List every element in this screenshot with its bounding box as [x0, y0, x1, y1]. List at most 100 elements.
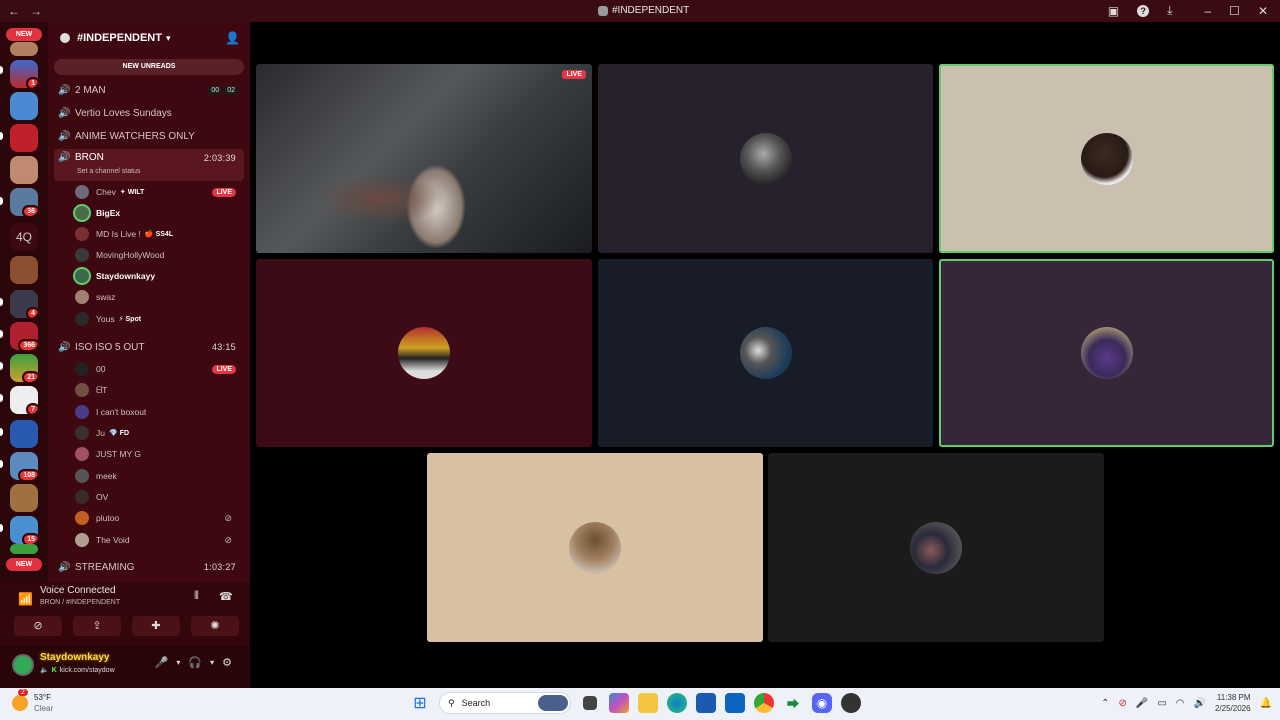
noise-suppression-icon[interactable]: ⦀ [194, 590, 199, 603]
participant-tile[interactable] [598, 259, 933, 447]
maximize-icon[interactable]: ☐ [1229, 4, 1240, 18]
participant-tile[interactable] [768, 453, 1104, 642]
voice-channel[interactable]: 🔊 2 MAN 00 02 [54, 80, 244, 100]
member-row[interactable]: plutoo ⊘ [75, 508, 242, 528]
display-icon[interactable]: ▭ [1157, 698, 1166, 709]
notification-icon[interactable]: 🔔 [1260, 698, 1272, 709]
chrome-icon[interactable] [754, 693, 774, 713]
server-icon[interactable] [10, 544, 38, 554]
chevron-up-icon[interactable]: ⌃ [1101, 698, 1109, 709]
member-row[interactable]: I can't boxout [75, 402, 242, 422]
chevron-down-icon[interactable]: ▾ [176, 658, 180, 667]
microphone-icon[interactable]: 🎤 [155, 656, 169, 669]
member-row[interactable]: Ju 💎 FD [75, 423, 242, 443]
disconnect-icon[interactable]: ☎ [219, 590, 233, 603]
voice-channel[interactable]: 🔊 Vertio Loves Sundays [54, 103, 244, 123]
app-icon[interactable] [841, 693, 861, 713]
stream-tile[interactable]: LIVE [256, 64, 592, 253]
server-icon[interactable] [10, 42, 38, 56]
avatar [75, 426, 89, 440]
store-icon[interactable] [696, 693, 716, 713]
headphones-icon[interactable]: 🎧 [188, 656, 202, 669]
server-icon[interactable]: 21 [10, 354, 38, 382]
security-icon[interactable]: ⊘ [1118, 698, 1126, 709]
help-icon[interactable]: ? [1137, 4, 1150, 17]
add-user-icon[interactable]: 👤 [225, 31, 240, 45]
member-row[interactable]: JUST MY G [75, 444, 242, 464]
discord-icon[interactable]: ◉ [812, 693, 832, 713]
member-row[interactable]: MD Is Live ! 🍎 SS4L [75, 224, 242, 244]
server-icon[interactable] [10, 484, 38, 512]
member-row[interactable]: The Void ⊘ [75, 530, 242, 550]
server-icon[interactable]: 4Q [10, 223, 38, 251]
download-icon[interactable]: ⤓ [1167, 3, 1172, 18]
server-icon[interactable]: 15 [10, 516, 38, 544]
chevron-down-icon[interactable]: ▾ [210, 658, 214, 667]
close-icon[interactable]: ✕ [1258, 4, 1268, 18]
server-header[interactable]: #INDEPENDENT ▾ 👤 [48, 22, 250, 54]
camera-off-button[interactable]: ⊘ [14, 616, 62, 636]
server-icon[interactable] [10, 156, 38, 184]
member-row[interactable]: Staydownkayy [75, 266, 242, 286]
member-row[interactable]: 00 LIVE [75, 359, 242, 379]
server-icon[interactable] [10, 420, 38, 448]
participant-tile[interactable] [256, 259, 592, 447]
clock[interactable]: 11:38 PM 2/25/2026 [1215, 692, 1251, 714]
app-icon[interactable]: ⮕ [783, 693, 803, 713]
outlook-icon[interactable] [725, 693, 745, 713]
participant-tile[interactable] [598, 64, 933, 253]
member-row[interactable]: BigEx [75, 203, 242, 223]
server-icon[interactable] [10, 92, 38, 120]
server-icon[interactable] [10, 256, 38, 284]
soundboard-button[interactable]: ✺ [191, 616, 239, 636]
avatar[interactable] [12, 654, 34, 676]
edge-icon[interactable] [667, 693, 687, 713]
member-row[interactable]: MovingHollyWood [75, 245, 242, 265]
wifi-icon[interactable]: ◠ [1176, 698, 1185, 709]
server-icon[interactable]: 366 [10, 322, 38, 350]
inbox-icon[interactable]: ▣ [1108, 4, 1119, 18]
microphone-icon[interactable]: 🎤 [1136, 698, 1148, 709]
server-icon[interactable] [10, 124, 38, 152]
volume-icon[interactable]: 🔊 [1194, 698, 1206, 709]
member-row[interactable]: ᗺT [75, 380, 242, 400]
server-icon[interactable]: 1 [10, 60, 38, 88]
username[interactable]: Staydownkayy [40, 652, 109, 663]
participant-tile-speaking[interactable] [939, 64, 1274, 253]
server-icon[interactable]: 108 [10, 452, 38, 480]
server-icon[interactable]: 7 [10, 386, 38, 414]
voice-channel[interactable]: 🔊 STREAMING 1:03:27 [54, 557, 244, 577]
task-view-icon[interactable] [583, 696, 597, 710]
member-row[interactable]: swaz [75, 287, 242, 307]
new-badge[interactable]: NEW [6, 28, 42, 41]
file-explorer-icon[interactable] [638, 693, 658, 713]
participant-tile-speaking[interactable] [939, 259, 1274, 447]
channel-status[interactable]: Set a channel status [77, 168, 140, 175]
member-row[interactable]: meek [75, 466, 242, 486]
search-box[interactable]: ⚲ Search [439, 692, 571, 714]
voice-channel-path[interactable]: BRON / #INDEPENDENT [40, 599, 120, 606]
screen-share-button[interactable]: ⇪ [73, 616, 121, 636]
gear-icon[interactable]: ⚙ [222, 656, 232, 669]
minimize-icon[interactable]: – [1204, 4, 1211, 18]
server-icon[interactable]: 4 [10, 290, 38, 318]
signal-icon[interactable]: 📶 [18, 592, 33, 606]
activities-button[interactable]: ✚ [132, 616, 180, 636]
forward-icon[interactable]: → [30, 4, 42, 18]
live-badge: LIVE [212, 187, 236, 197]
new-unreads-bar[interactable]: NEW UNREADS [54, 59, 244, 75]
windows-start-icon[interactable]: ⊞ [410, 693, 430, 713]
back-icon[interactable]: ← [8, 4, 20, 18]
member-row[interactable]: Chev ✦ WILT LIVE [75, 182, 242, 202]
member-row[interactable]: OV [75, 487, 242, 507]
member-row[interactable]: Yous ⚡ Spot [75, 309, 242, 329]
voice-channel-active[interactable]: 🔊 BRON 2:03:39 Set a channel status [54, 149, 244, 181]
voice-status[interactable]: Voice Connected [40, 585, 116, 596]
copilot-icon[interactable] [609, 693, 629, 713]
server-icon[interactable]: 36 [10, 188, 38, 216]
voice-channel[interactable]: 🔊 ANIME WATCHERS ONLY [54, 126, 244, 146]
participant-tile[interactable] [427, 453, 763, 642]
weather-widget[interactable]: 2 53°F Clear [12, 689, 53, 714]
new-badge[interactable]: NEW [6, 558, 42, 571]
voice-channel[interactable]: 🔊 ISO ISO 5 OUT 43:15 [54, 337, 244, 357]
